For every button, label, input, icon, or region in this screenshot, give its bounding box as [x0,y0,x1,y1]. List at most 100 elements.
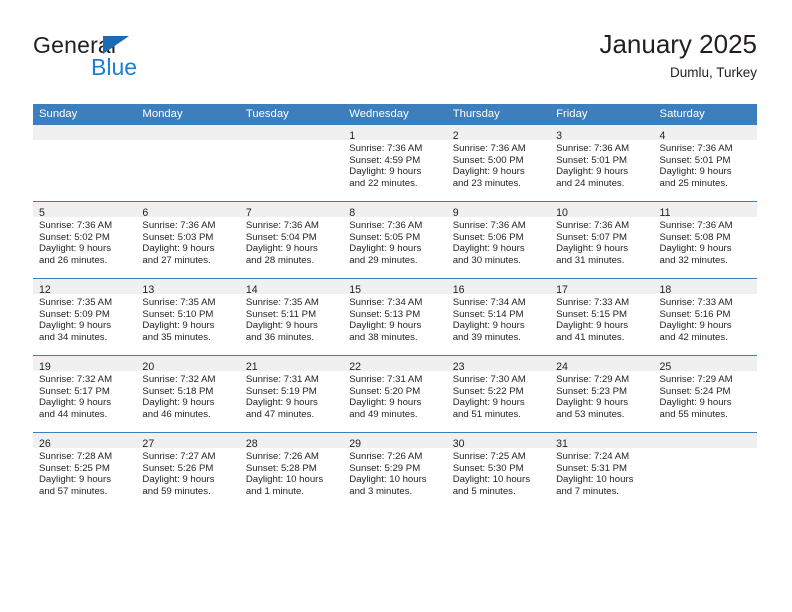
day-event-line: and 41 minutes. [556,331,625,343]
calendar-day-cell[interactable]: 6 Sunrise: 7:36 AM Sunset: 5:03 PM Daylight… [136,201,240,279]
day-events: Sunrise: 7:36 AM Sunset: 4:59 PM Daylight:… [343,140,446,189]
day-number-band: 23 [446,356,551,373]
day-events: Sunrise: 7:36 AM Sunset: 5:01 PM Daylight:… [550,140,653,189]
calendar-day-cell[interactable]: 17 Sunrise: 7:33 AM Sunset: 5:15 PM Dayligh… [550,278,654,356]
calendar-day-cell[interactable]: 1 Sunrise: 7:36 AM Sunset: 4:59 PM Daylight… [343,125,447,202]
day-events: Sunrise: 7:35 AM Sunset: 5:11 PM Daylight:… [240,294,343,343]
day-events: Sunrise: 7:26 AM Sunset: 5:29 PM Daylight:… [343,448,446,497]
calendar-day-cell[interactable]: 8 Sunrise: 7:36 AM Sunset: 5:05 PM Daylight… [343,201,447,279]
day-event-line: and 3 minutes. [349,485,413,497]
day-number: 11 [659,207,671,219]
day-event-line: Sunset: 5:14 PM [452,308,524,320]
day-event-line: Daylight: 10 hours [556,474,634,486]
day-number: 7 [245,207,252,219]
day-events: Sunrise: 7:36 AM Sunset: 5:08 PM Daylight:… [654,217,757,266]
weekday-header-friday: Friday [550,104,654,125]
day-number: 24 [556,361,568,373]
day-events: Sunrise: 7:29 AM Sunset: 5:24 PM Daylight:… [654,371,757,420]
calendar-day-cell[interactable]: 22 Sunrise: 7:31 AM Sunset: 5:20 PM Dayligh… [343,355,447,433]
day-event-line: Sunset: 5:26 PM [142,462,214,474]
day-cell-inner: 30 Sunrise: 7:25 AM Sunset: 5:30 PM Dayligh… [446,433,551,509]
day-number-band: 3 [550,125,654,142]
calendar-header-row: Sunday Monday Tuesday Wednesday Thursday Frid… [33,104,757,125]
day-number-band: 9 [446,202,551,219]
calendar-day-cell[interactable]: 11 Sunrise: 7:36 AM Sunset: 5:08 PM Dayligh… [653,201,757,279]
calendar-day-cell[interactable]: 19 Sunrise: 7:32 AM Sunset: 5:17 PM Dayligh… [33,355,137,433]
day-number-band [239,125,344,140]
day-event-line: Sunrise: 7:36 AM [39,220,113,231]
calendar-day-cell[interactable]: 23 Sunrise: 7:30 AM Sunset: 5:22 PM Dayligh… [446,355,551,433]
page-header: General Blue January 2025 Dumlu, Turkey [33,28,757,90]
day-cell-inner: 26 Sunrise: 7:28 AM Sunset: 5:25 PM Dayligh… [33,433,137,509]
calendar-day-cell[interactable]: 26 Sunrise: 7:28 AM Sunset: 5:25 PM Dayligh… [33,432,137,509]
calendar-day-cell[interactable]: 7 Sunrise: 7:36 AM Sunset: 5:04 PM Daylight… [239,201,344,279]
calendar-day-cell[interactable]: 27 Sunrise: 7:27 AM Sunset: 5:26 PM Dayligh… [136,432,240,509]
day-event-line: Sunrise: 7:33 AM [659,297,733,308]
day-number: 27 [142,438,155,450]
day-number: 16 [452,284,465,296]
day-number-band [33,125,137,140]
day-events: Sunrise: 7:31 AM Sunset: 5:20 PM Daylight:… [343,371,446,420]
day-event-line: Daylight: 9 hours [452,320,525,332]
day-event-line: Sunrise: 7:27 AM [142,451,216,462]
day-cell-inner: 27 Sunrise: 7:27 AM Sunset: 5:26 PM Dayligh… [136,433,240,509]
day-event-line: Sunset: 5:15 PM [556,308,628,320]
weekday-header-wednesday: Wednesday [343,104,447,125]
day-event-line: and 22 minutes. [349,177,418,189]
day-event-line: Daylight: 9 hours [349,397,422,409]
day-cell-inner: 7 Sunrise: 7:36 AM Sunset: 5:04 PM Daylight… [239,202,344,278]
day-cell-inner: 2 Sunrise: 7:36 AM Sunset: 5:00 PM Daylight… [446,125,551,201]
weekday-header-monday: Monday [136,104,240,125]
calendar-day-cell[interactable]: 14 Sunrise: 7:35 AM Sunset: 5:11 PM Dayligh… [239,278,344,356]
day-events: Sunrise: 7:34 AM Sunset: 5:14 PM Daylight:… [447,294,550,343]
calendar-day-cell[interactable]: 9 Sunrise: 7:36 AM Sunset: 5:06 PM Daylight… [446,201,551,279]
calendar-day-cell[interactable]: 31 Sunrise: 7:24 AM Sunset: 5:31 PM Dayligh… [550,432,654,509]
weekday-headers: Sunday Monday Tuesday Wednesday Thursday Frid… [33,104,757,125]
calendar-day-cell[interactable]: 10 Sunrise: 7:36 AM Sunset: 5:07 PM Dayligh… [550,201,654,279]
calendar-day-cell[interactable]: 20 Sunrise: 7:32 AM Sunset: 5:18 PM Dayligh… [136,355,240,433]
day-events: Sunrise: 7:29 AM Sunset: 5:23 PM Daylight:… [550,371,653,420]
day-cell-inner: 15 Sunrise: 7:34 AM Sunset: 5:13 PM Dayligh… [343,279,447,355]
day-event-line: Sunset: 5:25 PM [39,462,110,474]
day-events: Sunrise: 7:35 AM Sunset: 5:09 PM Daylight:… [33,294,136,343]
day-event-line: Sunrise: 7:36 AM [349,220,423,231]
calendar-day-cell[interactable]: 18 Sunrise: 7:33 AM Sunset: 5:16 PM Dayligh… [653,278,757,356]
day-number: 26 [39,438,51,450]
calendar-day-cell[interactable]: 12 Sunrise: 7:35 AM Sunset: 5:09 PM Dayligh… [33,278,137,356]
calendar-week-row: 19 Sunrise: 7:32 AM Sunset: 5:17 PM Dayligh… [33,355,757,433]
calendar-day-cell[interactable]: 30 Sunrise: 7:25 AM Sunset: 5:30 PM Dayligh… [446,432,551,509]
day-event-line: Sunset: 5:02 PM [39,231,110,243]
calendar-day-cell[interactable]: 25 Sunrise: 7:29 AM Sunset: 5:24 PM Dayligh… [653,355,757,433]
day-number: 17 [556,284,568,296]
day-event-line: Sunrise: 7:35 AM [245,297,319,308]
calendar-day-cell[interactable]: 5 Sunrise: 7:36 AM Sunset: 5:02 PM Daylight… [33,201,137,279]
calendar-day-cell[interactable]: 15 Sunrise: 7:34 AM Sunset: 5:13 PM Dayligh… [343,278,447,356]
day-event-line: Sunrise: 7:36 AM [452,143,526,154]
day-event-line: Sunrise: 7:36 AM [349,143,423,154]
day-event-line: Daylight: 10 hours [245,474,324,486]
day-event-line: Sunset: 5:10 PM [142,308,214,320]
day-event-line: Daylight: 9 hours [39,397,111,409]
calendar-day-cell[interactable]: 24 Sunrise: 7:29 AM Sunset: 5:23 PM Dayligh… [550,355,654,433]
calendar-day-cell[interactable]: 28 Sunrise: 7:26 AM Sunset: 5:28 PM Dayligh… [239,432,344,509]
day-number: 5 [39,207,45,219]
calendar-day-cell[interactable]: 29 Sunrise: 7:26 AM Sunset: 5:29 PM Dayligh… [343,432,447,509]
day-cell-inner: 3 Sunrise: 7:36 AM Sunset: 5:01 PM Daylight… [550,125,654,201]
day-event-line: Daylight: 9 hours [349,243,422,255]
calendar-day-cell[interactable]: 21 Sunrise: 7:31 AM Sunset: 5:19 PM Dayligh… [239,355,344,433]
day-event-line: Sunrise: 7:36 AM [659,143,733,154]
calendar-day-cell[interactable]: 13 Sunrise: 7:35 AM Sunset: 5:10 PM Dayligh… [136,278,240,356]
day-event-line: and 25 minutes. [659,177,728,189]
day-cell-inner: 1 Sunrise: 7:36 AM Sunset: 4:59 PM Daylight… [343,125,447,201]
day-events: Sunrise: 7:33 AM Sunset: 5:16 PM Daylight:… [654,294,757,343]
day-events [654,448,757,451]
day-number-band: 17 [550,279,654,296]
day-number: 4 [659,130,666,142]
calendar-day-cell[interactable]: 2 Sunrise: 7:36 AM Sunset: 5:00 PM Daylight… [446,125,551,202]
day-events [240,140,343,143]
calendar-day-cell[interactable]: 3 Sunrise: 7:36 AM Sunset: 5:01 PM Daylight… [550,125,654,202]
calendar-day-cell[interactable]: 4 Sunrise: 7:36 AM Sunset: 5:01 PM Daylight… [653,125,757,202]
calendar-day-cell[interactable]: 16 Sunrise: 7:34 AM Sunset: 5:14 PM Dayligh… [446,278,551,356]
day-event-line: and 42 minutes. [659,331,728,343]
day-event-line: Sunset: 5:05 PM [349,231,421,243]
